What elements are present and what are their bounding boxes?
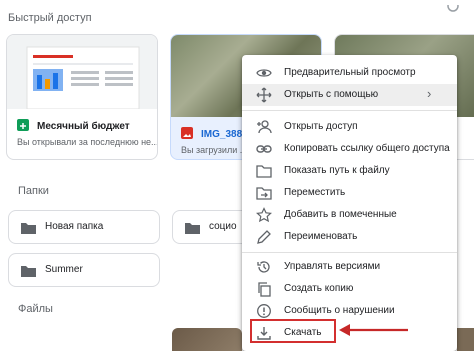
settings-icon[interactable] [446, 0, 460, 12]
menu-item-make-copy[interactable]: Создать копию [242, 278, 457, 300]
quick-access-title: Быстрый доступ [8, 12, 92, 24]
card-file-name: Месячный бюджет [37, 121, 130, 132]
chevron-right-icon: › [427, 86, 432, 101]
report-icon [256, 303, 272, 319]
annotation-arrow-icon [336, 322, 410, 338]
card-file-name: IMG_3887 [201, 129, 248, 140]
menu-item-open-with[interactable]: Открыть с помощью › [242, 84, 457, 106]
menu-item-share[interactable]: Открыть доступ [242, 116, 457, 138]
file-thumbnail[interactable] [457, 328, 474, 351]
move-to-folder-icon [256, 185, 272, 201]
menu-item-label: Открыть доступ [284, 121, 358, 132]
folder-item[interactable]: Новая папка [8, 210, 160, 244]
menu-item-label: Управлять версиями [284, 261, 381, 272]
files-title: Файлы [18, 303, 53, 315]
copy-icon [256, 281, 272, 297]
star-icon [256, 207, 272, 223]
folder-icon [256, 163, 272, 179]
folder-icon [185, 221, 200, 234]
download-highlight-box [250, 319, 336, 343]
document-thumbnail [7, 35, 157, 110]
menu-item-label: Переместить [284, 187, 346, 198]
sheets-icon [17, 119, 29, 131]
move-arrows-icon [256, 87, 272, 103]
image-icon [181, 127, 193, 139]
context-menu: Предварительный просмотр Открыть с помощ… [242, 55, 457, 351]
menu-item-move[interactable]: Переместить [242, 182, 457, 204]
menu-item-label: Сообщить о нарушении [284, 305, 395, 316]
menu-item-versions[interactable]: Управлять версиями [242, 256, 457, 278]
menu-item-label: Открыть с помощью [284, 89, 379, 100]
card-subtitle: Вы загрузили ... [181, 145, 248, 155]
file-thumbnail[interactable] [172, 328, 242, 351]
pencil-icon [256, 229, 272, 245]
folder-label: социо [209, 221, 237, 232]
menu-item-label: Добавить в помеченные [284, 209, 397, 220]
menu-divider [242, 252, 457, 253]
menu-item-label: Предварительный просмотр [284, 67, 416, 78]
quick-access-card-budget[interactable]: Месячный бюджет Вы открывали за последню… [6, 34, 158, 160]
menu-item-label: Создать копию [284, 283, 354, 294]
menu-item-label: Показать путь к файлу [284, 165, 390, 176]
menu-item-star[interactable]: Добавить в помеченные [242, 204, 457, 226]
menu-item-copy-link[interactable]: Копировать ссылку общего доступа [242, 138, 457, 160]
folders-title: Папки [18, 185, 49, 197]
folder-icon [21, 264, 36, 277]
menu-item-label: Переименовать [284, 231, 358, 242]
menu-item-label: Копировать ссылку общего доступа [284, 143, 450, 154]
eye-icon [256, 65, 272, 81]
history-icon [256, 259, 272, 275]
folder-item[interactable]: Summer [8, 253, 160, 287]
folder-label: Summer [45, 264, 83, 275]
link-icon [256, 141, 272, 157]
menu-item-show-path[interactable]: Показать путь к файлу [242, 160, 457, 182]
add-person-icon [256, 119, 272, 135]
menu-item-rename[interactable]: Переименовать [242, 226, 457, 248]
menu-item-preview[interactable]: Предварительный просмотр [242, 62, 457, 84]
folder-icon [21, 221, 36, 234]
menu-divider [242, 110, 457, 111]
folder-label: Новая папка [45, 221, 104, 232]
card-subtitle: Вы открывали за последнюю не... [17, 137, 158, 147]
